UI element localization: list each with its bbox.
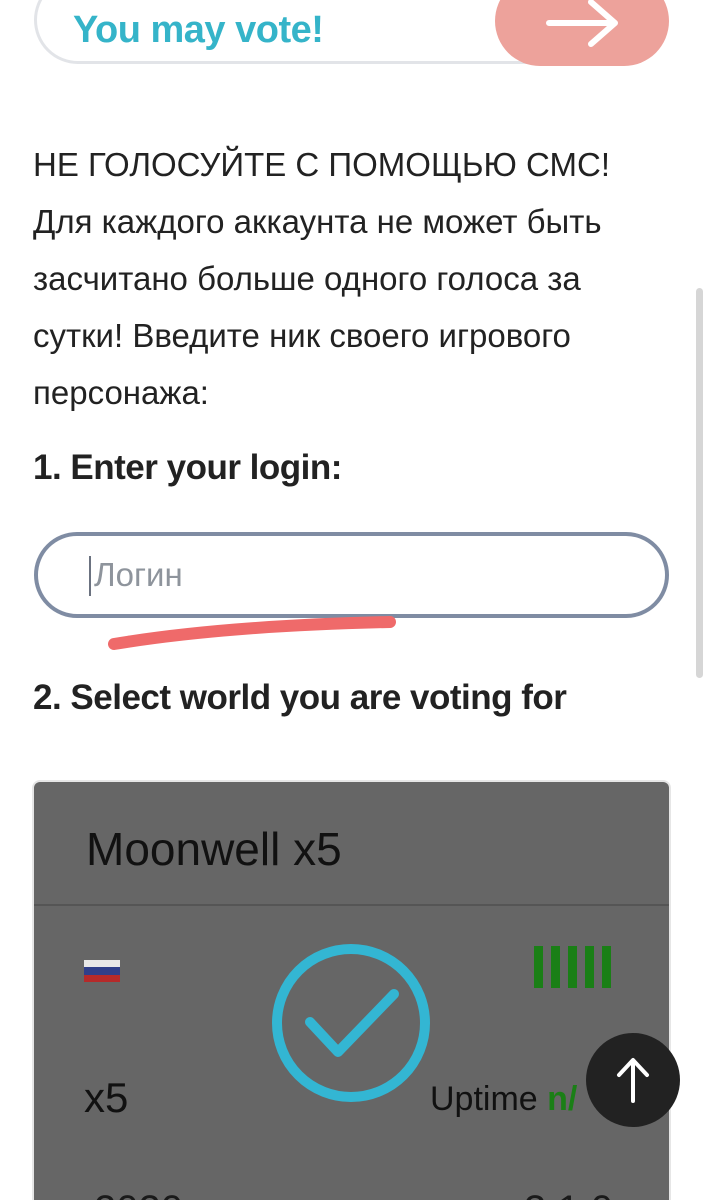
uptime-value: n/ — [547, 1080, 578, 1118]
signal-bars-icon — [534, 946, 611, 988]
vote-status-text: You may vote! — [73, 9, 324, 51]
world-info-right: 3.1.0 — [524, 1188, 613, 1200]
scroll-to-top-button[interactable] — [586, 1033, 680, 1127]
page-scrollbar[interactable] — [696, 288, 703, 678]
arrow-right-icon — [546, 0, 618, 47]
arrow-up-icon — [617, 1058, 649, 1103]
check-circle-icon — [272, 944, 430, 1102]
red-annotation-underline — [108, 616, 396, 650]
sms-warning-text: НЕ ГОЛОСУЙТЕ С ПОМОЩЬЮ СМС! Для каждого … — [33, 146, 611, 411]
world-card-moonwell[interactable]: Moonwell x5 x5 Uptime n/ 2020 3.1.0 — [34, 782, 669, 1200]
uptime-label: Uptime — [430, 1080, 538, 1118]
world-name: Moonwell x5 — [86, 823, 342, 875]
vote-page: You may vote! НЕ ГОЛОСУЙТЕ С ПОМОЩЬЮ СМС… — [0, 0, 703, 1200]
text-caret — [89, 556, 91, 596]
uptime-row: Uptime n/ — [430, 1080, 577, 1119]
russia-flag-icon — [84, 960, 120, 982]
step-2-label: 2. Select world you are voting for — [33, 678, 567, 717]
world-rate: x5 — [84, 1074, 129, 1121]
world-info-left: 2020 — [94, 1188, 183, 1200]
card-divider — [34, 904, 669, 906]
vote-next-button[interactable] — [495, 0, 669, 66]
login-input[interactable] — [34, 532, 669, 618]
step-1-label: 1. Enter your login: — [33, 448, 342, 487]
